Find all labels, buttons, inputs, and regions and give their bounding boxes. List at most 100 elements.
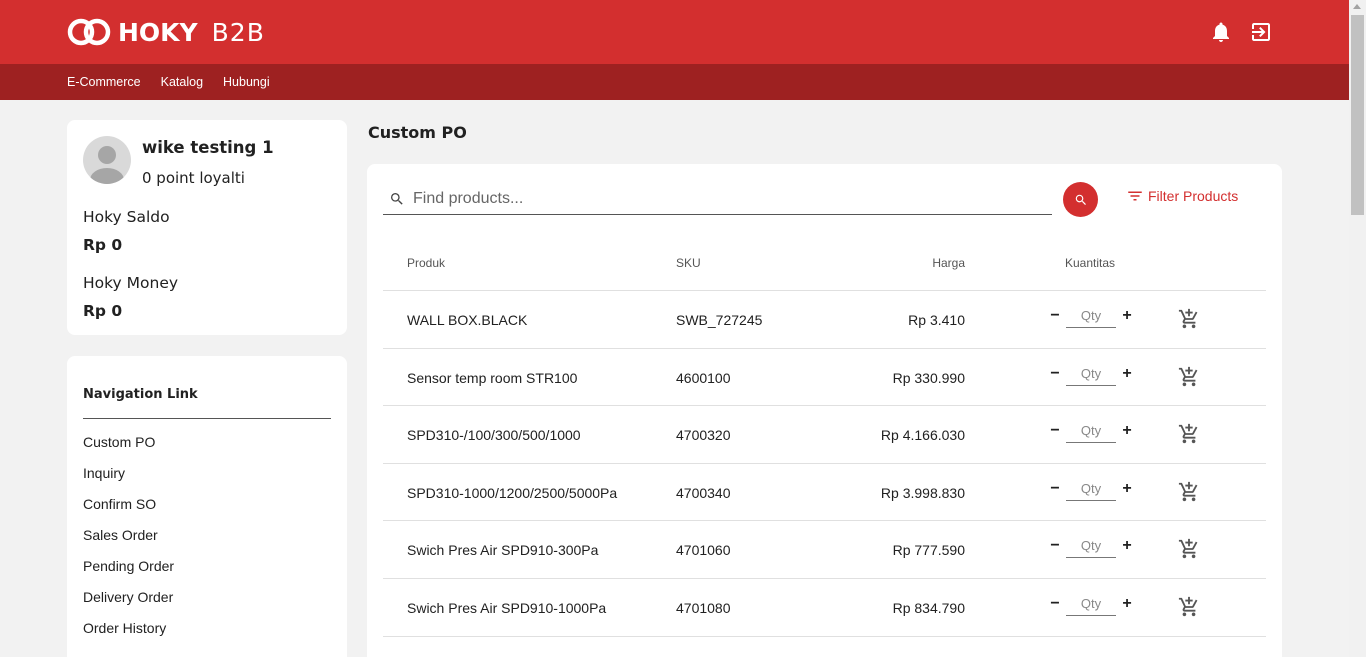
nav-link-inquiry[interactable]: Inquiry — [83, 465, 174, 496]
brand-logo[interactable]: HOKY B2B — [66, 16, 265, 48]
quantity-input[interactable] — [1066, 361, 1116, 386]
product-price: Rp 777.590 — [892, 542, 965, 559]
decrease-qty-button[interactable]: − — [1048, 422, 1062, 440]
search-button[interactable] — [1063, 182, 1098, 217]
sub-navigation: E-Commerce Katalog Hubungi — [0, 64, 1349, 100]
logout-icon[interactable] — [1249, 20, 1273, 44]
add-to-cart-icon[interactable] — [1178, 366, 1200, 388]
product-price: Rp 3.998.830 — [880, 484, 965, 501]
bell-icon[interactable] — [1209, 20, 1233, 44]
hoky-logo-icon — [67, 18, 111, 46]
add-to-cart-icon[interactable] — [1178, 481, 1200, 503]
quantity-stepper: − + — [1048, 419, 1134, 444]
product-name: SPD310-/100/300/500/1000 — [407, 427, 581, 444]
nav-link-custom-po[interactable]: Custom PO — [83, 434, 174, 465]
filter-products-button[interactable]: Filter Products — [1126, 187, 1238, 205]
product-sku: SWB_727245 — [676, 312, 763, 328]
decrease-qty-button[interactable]: − — [1048, 365, 1062, 383]
profile-name: wike testing 1 — [142, 138, 274, 157]
product-price: Rp 3.410 — [908, 312, 965, 328]
quantity-stepper: − + — [1048, 361, 1134, 386]
header-product: Produk — [407, 256, 446, 270]
subnav-katalog[interactable]: Katalog — [161, 75, 203, 89]
table-row: SPD310-/100/300/500/1000 4700320 Rp 4.16… — [383, 406, 1266, 464]
nav-link-order-history[interactable]: Order History — [83, 620, 174, 651]
add-to-cart-icon[interactable] — [1178, 538, 1200, 560]
quantity-stepper: − + — [1048, 591, 1134, 616]
quantity-input[interactable] — [1066, 304, 1116, 328]
product-price: Rp 4.166.030 — [880, 427, 965, 444]
product-sku: 4701080 — [676, 599, 731, 616]
money-label: Hoky Money — [83, 274, 179, 292]
add-to-cart-icon[interactable] — [1178, 308, 1200, 330]
quantity-input[interactable] — [1066, 591, 1116, 616]
product-table: Produk SKU Harga Kuantitas WALL BOX.BLAC… — [383, 242, 1266, 637]
profile-card: wike testing 1 0 point loyalti Hoky Sald… — [67, 120, 347, 335]
money-value: Rp 0 — [83, 302, 123, 320]
quantity-stepper: − + — [1048, 476, 1134, 501]
product-name: Swich Pres Air SPD910-300Pa — [407, 542, 599, 559]
product-sku: 4600100 — [676, 369, 731, 386]
subnav-ecommerce[interactable]: E-Commerce — [67, 75, 141, 89]
quantity-input[interactable] — [1066, 419, 1116, 444]
table-row: Sensor temp room STR100 4600100 Rp 330.9… — [383, 349, 1266, 407]
user-avatar-icon — [90, 146, 124, 184]
increase-qty-button[interactable]: + — [1120, 422, 1134, 440]
filter-icon — [1128, 191, 1142, 201]
search-icon — [391, 193, 403, 205]
avatar — [83, 136, 131, 184]
product-name: WALL BOX.BLACK — [407, 312, 528, 328]
increase-qty-button[interactable]: + — [1120, 307, 1134, 325]
product-sku: 4700340 — [676, 484, 731, 501]
table-row: WALL BOX.BLACK SWB_727245 Rp 3.410 − + — [383, 291, 1266, 349]
quantity-stepper: − + — [1048, 534, 1134, 559]
decrease-qty-button[interactable]: − — [1048, 537, 1062, 555]
page-scrollbar[interactable] — [1349, 0, 1366, 657]
quantity-input[interactable] — [1066, 476, 1116, 501]
decrease-qty-button[interactable]: − — [1048, 595, 1062, 613]
increase-qty-button[interactable]: + — [1120, 537, 1134, 555]
increase-qty-button[interactable]: + — [1120, 480, 1134, 498]
nav-link-sales-order[interactable]: Sales Order — [83, 527, 174, 558]
nav-link-delivery-order[interactable]: Delivery Order — [83, 589, 174, 620]
quantity-input[interactable] — [1066, 534, 1116, 559]
saldo-label: Hoky Saldo — [83, 208, 170, 226]
nav-link-confirm-so[interactable]: Confirm SO — [83, 496, 174, 527]
increase-qty-button[interactable]: + — [1120, 595, 1134, 613]
saldo-value: Rp 0 — [83, 236, 123, 254]
add-to-cart-icon[interactable] — [1178, 423, 1200, 445]
page-title: Custom PO — [368, 123, 467, 142]
table-header: Produk SKU Harga Kuantitas — [383, 242, 1266, 291]
subnav-hubungi[interactable]: Hubungi — [223, 75, 270, 89]
app-header: HOKY B2B — [0, 0, 1349, 64]
brand-suffix: B2B — [211, 17, 265, 47]
table-row: Swich Pres Air SPD910-1000Pa 4701080 Rp … — [383, 579, 1266, 637]
product-price: Rp 330.990 — [892, 369, 965, 386]
product-name: SPD310-1000/1200/2500/5000Pa — [407, 484, 618, 501]
loyalty-points: 0 point loyalti — [142, 169, 245, 187]
decrease-qty-button[interactable]: − — [1048, 307, 1062, 325]
header-price: Harga — [932, 256, 965, 270]
search-icon — [1075, 194, 1086, 205]
nav-link-pending-order[interactable]: Pending Order — [83, 558, 174, 589]
increase-qty-button[interactable]: + — [1120, 365, 1134, 383]
product-sku: 4700320 — [676, 427, 731, 444]
scroll-up-arrow-icon[interactable] — [1353, 4, 1361, 9]
navigation-list: Custom PO Inquiry Confirm SO Sales Order… — [83, 434, 174, 651]
filter-label: Filter Products — [1148, 188, 1239, 204]
product-price: Rp 834.790 — [892, 599, 965, 616]
table-row: SPD310-1000/1200/2500/5000Pa 4700340 Rp … — [383, 464, 1266, 522]
product-name: Sensor temp room STR100 — [407, 369, 578, 386]
navigation-title: Navigation Link — [83, 387, 198, 402]
decrease-qty-button[interactable]: − — [1048, 480, 1062, 498]
search-bar — [383, 184, 1052, 215]
product-name: Swich Pres Air SPD910-1000Pa — [407, 599, 607, 616]
scrollbar-thumb[interactable] — [1351, 15, 1364, 215]
brand-name: HOKY — [118, 17, 198, 47]
header-sku: SKU — [676, 256, 701, 270]
add-to-cart-icon[interactable] — [1178, 596, 1200, 618]
table-body: WALL BOX.BLACK SWB_727245 Rp 3.410 − + S… — [383, 291, 1266, 637]
quantity-stepper: − + — [1048, 304, 1134, 328]
search-input[interactable] — [413, 190, 1033, 208]
table-row: Swich Pres Air SPD910-300Pa 4701060 Rp 7… — [383, 521, 1266, 579]
